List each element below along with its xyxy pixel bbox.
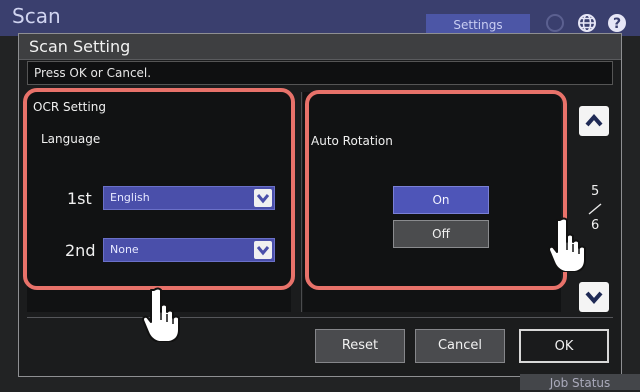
ok-button[interactable]: OK — [519, 329, 609, 363]
ocr-highlight-frame — [23, 88, 295, 290]
page-separator — [588, 203, 602, 215]
footer-divider — [27, 317, 613, 318]
up-arrow-icon — [585, 113, 603, 127]
globe-icon[interactable] — [576, 12, 598, 34]
current-page: 5 — [591, 184, 600, 199]
page-scroller: 5 6 — [573, 92, 613, 312]
reset-button[interactable]: Reset — [315, 329, 405, 363]
pointing-hand-icon — [142, 287, 180, 342]
top-bar: Scan Settings ? — [0, 0, 640, 36]
settings-status-icon — [546, 14, 564, 32]
scan-setting-dialog: Scan Setting Press OK or Cancel. OCR Set… — [18, 33, 622, 377]
auto-rotation-highlight-frame — [305, 90, 567, 290]
dialog-title: Scan Setting — [19, 34, 621, 60]
scroll-up-button[interactable] — [579, 106, 609, 136]
cancel-button[interactable]: Cancel — [415, 329, 505, 363]
settings-content: OCR Setting Language 1st English 2nd Non… — [23, 88, 613, 312]
panel-divider — [301, 92, 302, 312]
svg-text:?: ? — [613, 16, 621, 32]
message-bar: Press OK or Cancel. — [27, 61, 613, 85]
help-icon[interactable]: ? — [606, 12, 628, 34]
down-arrow-icon — [585, 291, 603, 305]
job-status-tab[interactable]: Job Status — [520, 374, 640, 390]
scroll-down-button[interactable] — [579, 282, 609, 312]
app-title: Scan — [12, 4, 61, 28]
pointing-hand-icon — [548, 217, 586, 272]
